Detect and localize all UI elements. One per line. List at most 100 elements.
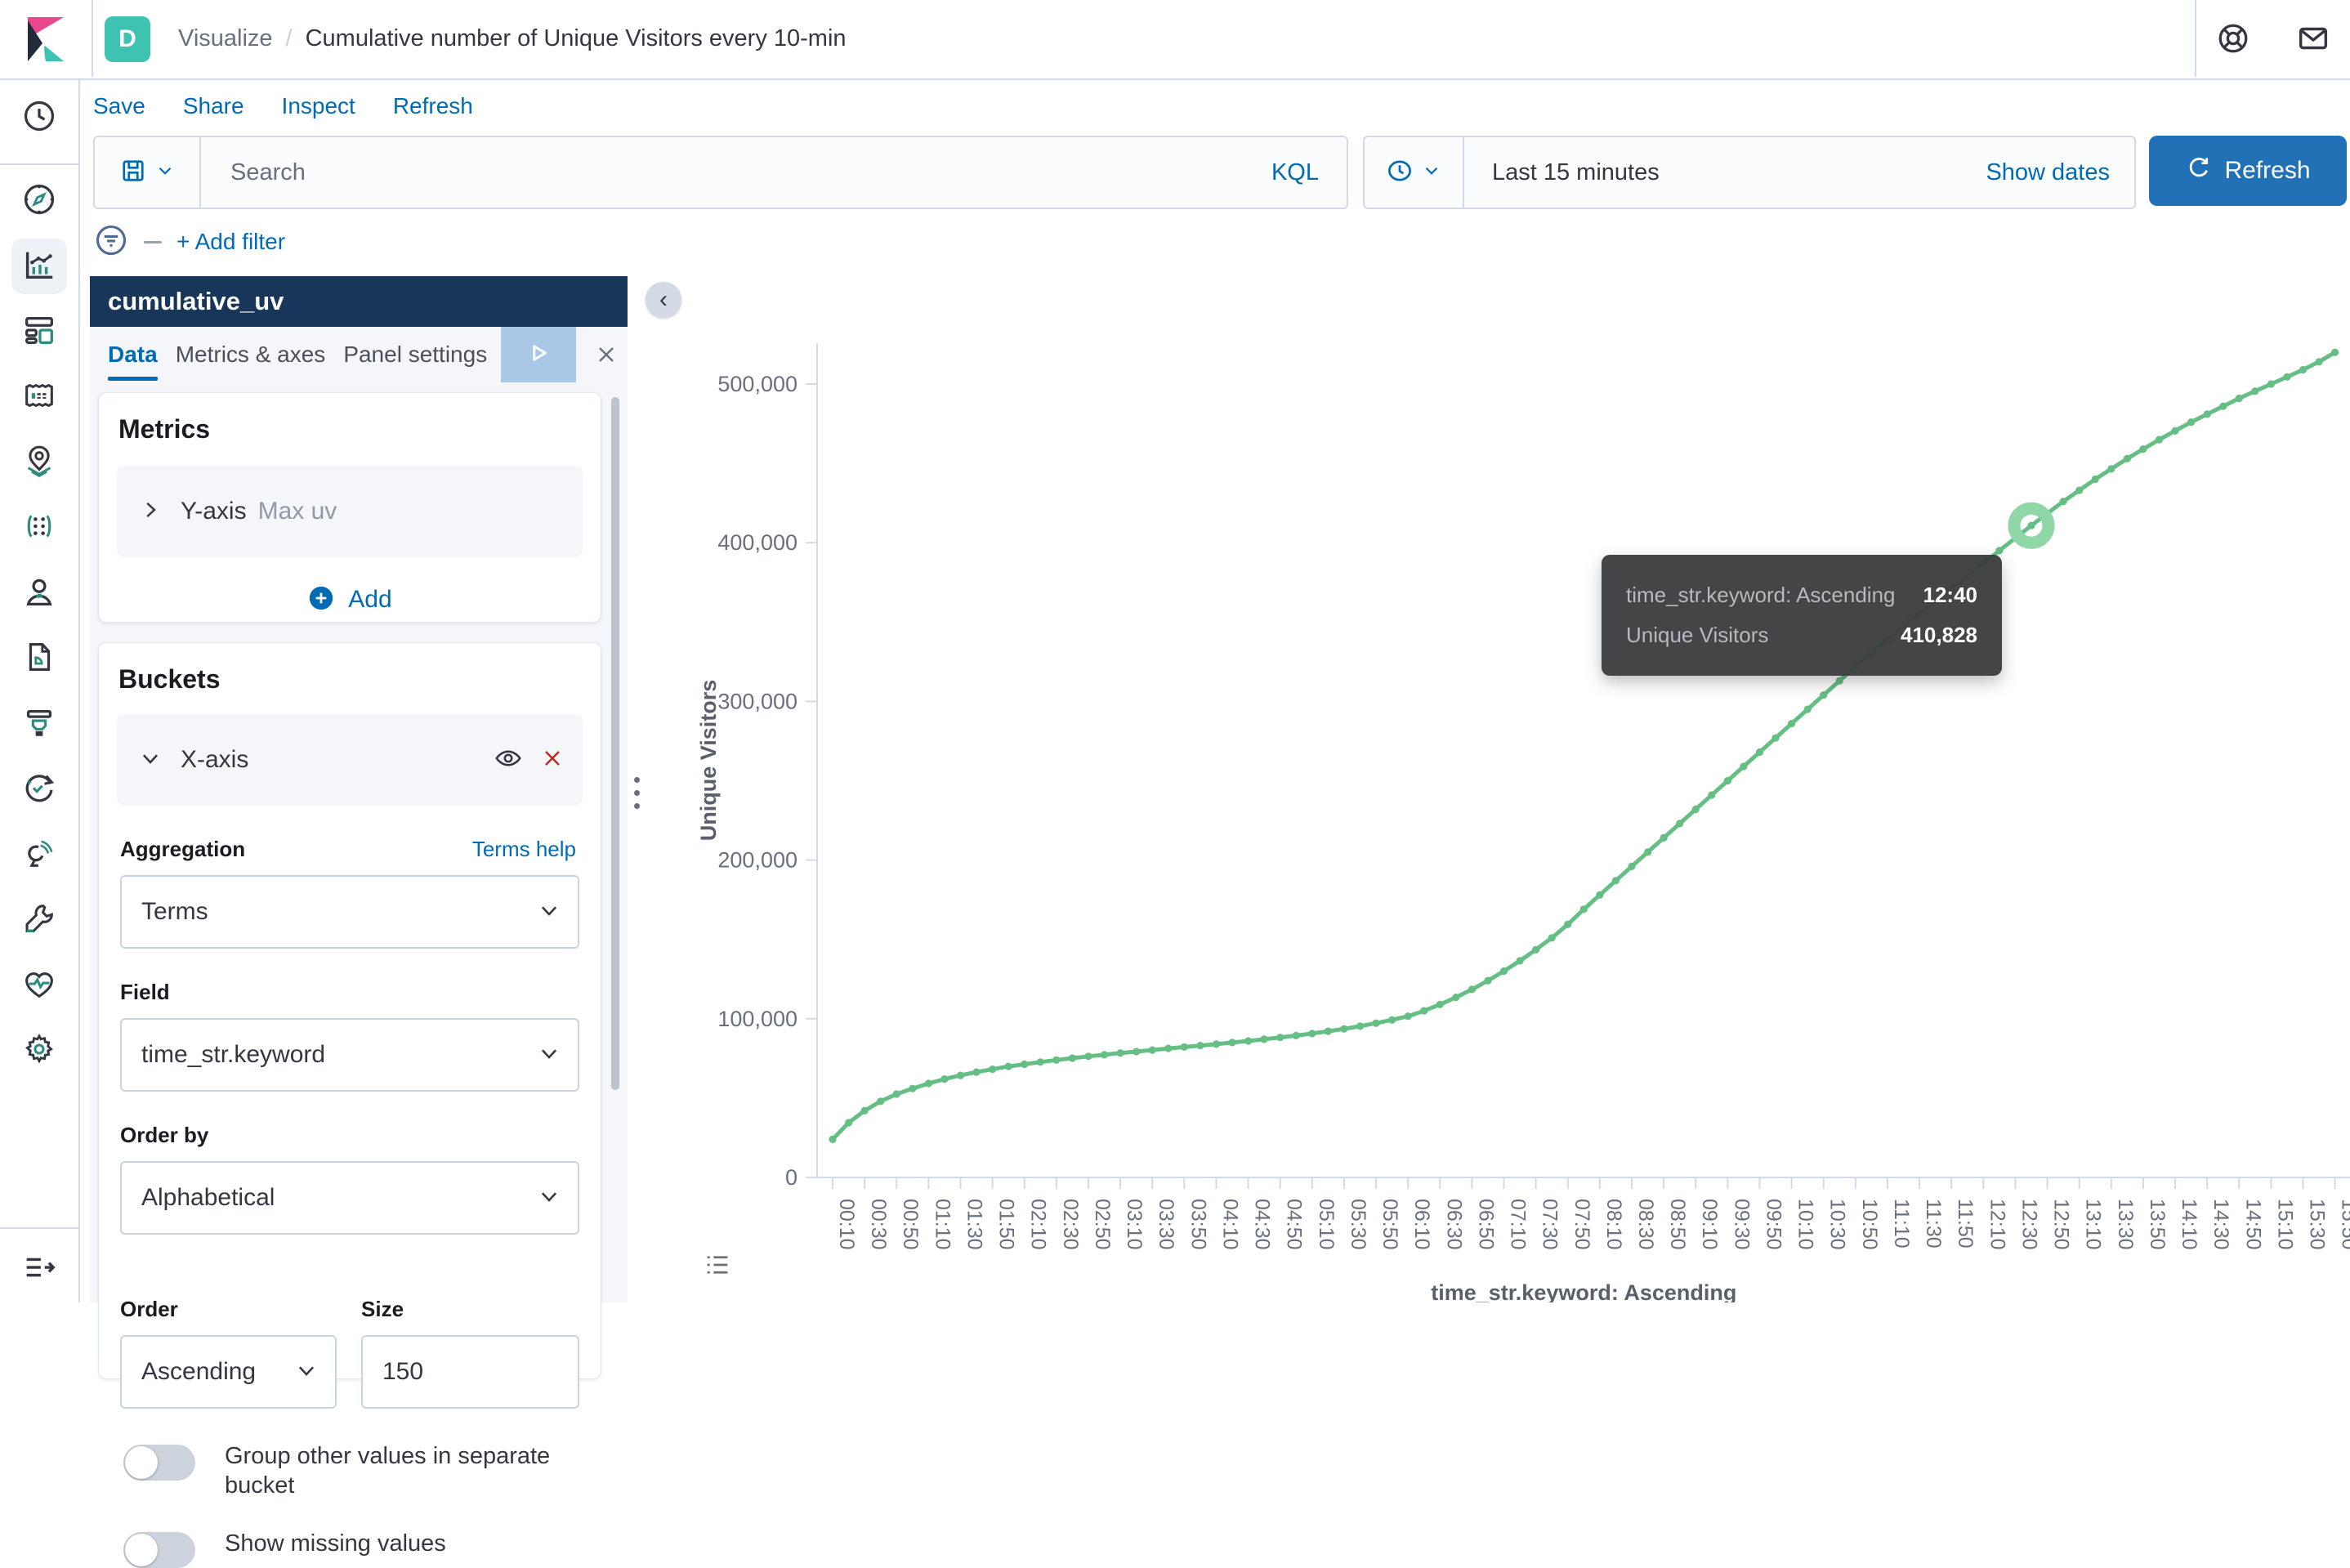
data-point[interactable] <box>1580 905 1588 913</box>
data-point[interactable] <box>877 1097 884 1105</box>
data-point[interactable] <box>2092 476 2099 483</box>
size-input[interactable]: 150 <box>361 1335 579 1409</box>
data-point[interactable] <box>1740 762 1747 770</box>
newsfeed-button[interactable] <box>2291 18 2335 62</box>
inspect-link[interactable]: Inspect <box>282 93 355 119</box>
data-point[interactable] <box>1612 877 1620 884</box>
data-point[interactable] <box>2075 487 2083 494</box>
filter-icon[interactable] <box>93 222 129 262</box>
data-point[interactable] <box>1084 1052 1092 1060</box>
data-point[interactable] <box>1149 1047 1156 1054</box>
data-point[interactable] <box>2283 373 2290 381</box>
data-point[interactable] <box>1293 1032 1300 1039</box>
nav-item-dev-tools[interactable] <box>11 892 67 948</box>
discard-changes-button[interactable] <box>590 340 623 373</box>
data-point[interactable] <box>1676 820 1683 827</box>
data-point[interactable] <box>1244 1037 1252 1044</box>
data-point[interactable] <box>2204 410 2211 418</box>
data-point[interactable] <box>1628 863 1635 870</box>
data-point[interactable] <box>1771 735 1779 742</box>
data-point[interactable] <box>1724 777 1731 784</box>
data-point[interactable] <box>2331 349 2339 356</box>
data-point[interactable] <box>1037 1058 1044 1065</box>
order-by-select[interactable]: Alphabetical <box>120 1161 579 1235</box>
data-point[interactable] <box>1052 1057 1060 1064</box>
data-point[interactable] <box>1644 848 1651 855</box>
nav-item-apm[interactable] <box>11 827 67 882</box>
line-chart[interactable]: 0100,000200,000300,000400,000500,00000:1… <box>678 294 2350 1302</box>
data-point[interactable] <box>909 1085 916 1092</box>
data-point[interactable] <box>2316 358 2323 365</box>
tab-panel-settings[interactable]: Panel settings <box>343 327 487 382</box>
data-point[interactable] <box>2267 380 2275 387</box>
toggle-visibility-button[interactable] <box>486 738 530 782</box>
nav-item-discover[interactable] <box>11 173 67 229</box>
nav-item-visualize[interactable] <box>11 239 67 294</box>
nav-item-machine-learning[interactable] <box>11 500 67 556</box>
data-point[interactable] <box>1308 1030 1316 1037</box>
search-input[interactable]: Search <box>230 159 1271 186</box>
data-point[interactable] <box>972 1069 980 1076</box>
show-missing-toggle[interactable] <box>123 1532 195 1568</box>
data-point[interactable] <box>1181 1043 1188 1051</box>
data-point[interactable] <box>1372 1020 1379 1027</box>
data-point[interactable] <box>1069 1054 1076 1061</box>
data-point[interactable] <box>1021 1061 1028 1068</box>
data-point[interactable] <box>1356 1022 1364 1030</box>
panel-resizer-handle[interactable] <box>629 760 644 825</box>
data-point[interactable] <box>1517 957 1524 964</box>
kibana-logo[interactable] <box>11 15 80 64</box>
data-point[interactable] <box>1101 1051 1108 1058</box>
data-point[interactable] <box>1388 1016 1396 1024</box>
data-point[interactable] <box>1261 1035 1268 1043</box>
data-point[interactable] <box>893 1090 900 1097</box>
nav-item-dashboard[interactable] <box>11 304 67 360</box>
data-point[interactable] <box>1692 806 1700 813</box>
data-point[interactable] <box>1420 1007 1427 1015</box>
order-select[interactable]: Ascending <box>120 1335 337 1409</box>
saved-query-menu-button[interactable] <box>95 137 201 208</box>
data-point[interactable] <box>1405 1012 1412 1020</box>
data-point[interactable] <box>845 1119 852 1126</box>
nav-item-recently-viewed[interactable] <box>11 90 67 145</box>
remove-bucket-button[interactable] <box>530 738 574 782</box>
nav-item-graph[interactable] <box>11 565 67 621</box>
metric-y-axis-row[interactable]: Y-axis Max uv <box>117 466 583 557</box>
data-point[interactable] <box>1995 547 2003 554</box>
save-link[interactable]: Save <box>93 93 145 119</box>
data-point[interactable] <box>989 1065 996 1073</box>
data-point[interactable] <box>957 1072 964 1079</box>
data-point[interactable] <box>2219 403 2227 410</box>
data-point[interactable] <box>1196 1042 1204 1049</box>
data-point[interactable] <box>861 1107 869 1115</box>
data-point[interactable] <box>1005 1063 1012 1070</box>
nav-item-maps[interactable] <box>11 435 67 490</box>
apply-changes-button[interactable] <box>501 327 576 382</box>
nav-item-monitoring[interactable] <box>11 958 67 1013</box>
help-button[interactable] <box>2211 18 2255 62</box>
data-point[interactable] <box>2060 498 2067 505</box>
share-link[interactable]: Share <box>183 93 244 119</box>
data-point[interactable] <box>1228 1039 1235 1046</box>
aggregation-select[interactable]: Terms <box>120 875 579 949</box>
data-point[interactable] <box>1468 985 1476 993</box>
group-other-toggle[interactable] <box>123 1445 195 1481</box>
time-range-value[interactable]: Last 15 minutes <box>1492 159 1986 186</box>
tab-metrics-axes[interactable]: Metrics & axes <box>176 327 326 382</box>
data-point[interactable] <box>2027 522 2035 529</box>
data-point[interactable] <box>1133 1048 1140 1055</box>
data-point[interactable] <box>1660 834 1668 842</box>
data-point[interactable] <box>2107 465 2115 472</box>
terms-help-link[interactable]: Terms help <box>472 837 576 862</box>
nav-item-uptime[interactable] <box>11 762 67 817</box>
data-point[interactable] <box>1164 1045 1172 1052</box>
data-point[interactable] <box>1820 691 1827 699</box>
collapse-editor-button[interactable]: ‹ <box>646 282 681 318</box>
add-filter-button[interactable]: + Add filter <box>176 229 285 255</box>
data-point[interactable] <box>2156 436 2163 443</box>
data-point[interactable] <box>1532 946 1539 954</box>
group-other-toggle-row[interactable]: Group other values in separate bucket <box>123 1441 579 1501</box>
data-point[interactable] <box>2139 445 2147 453</box>
refresh-query-button[interactable]: Refresh <box>2149 136 2347 206</box>
data-point[interactable] <box>829 1136 836 1143</box>
